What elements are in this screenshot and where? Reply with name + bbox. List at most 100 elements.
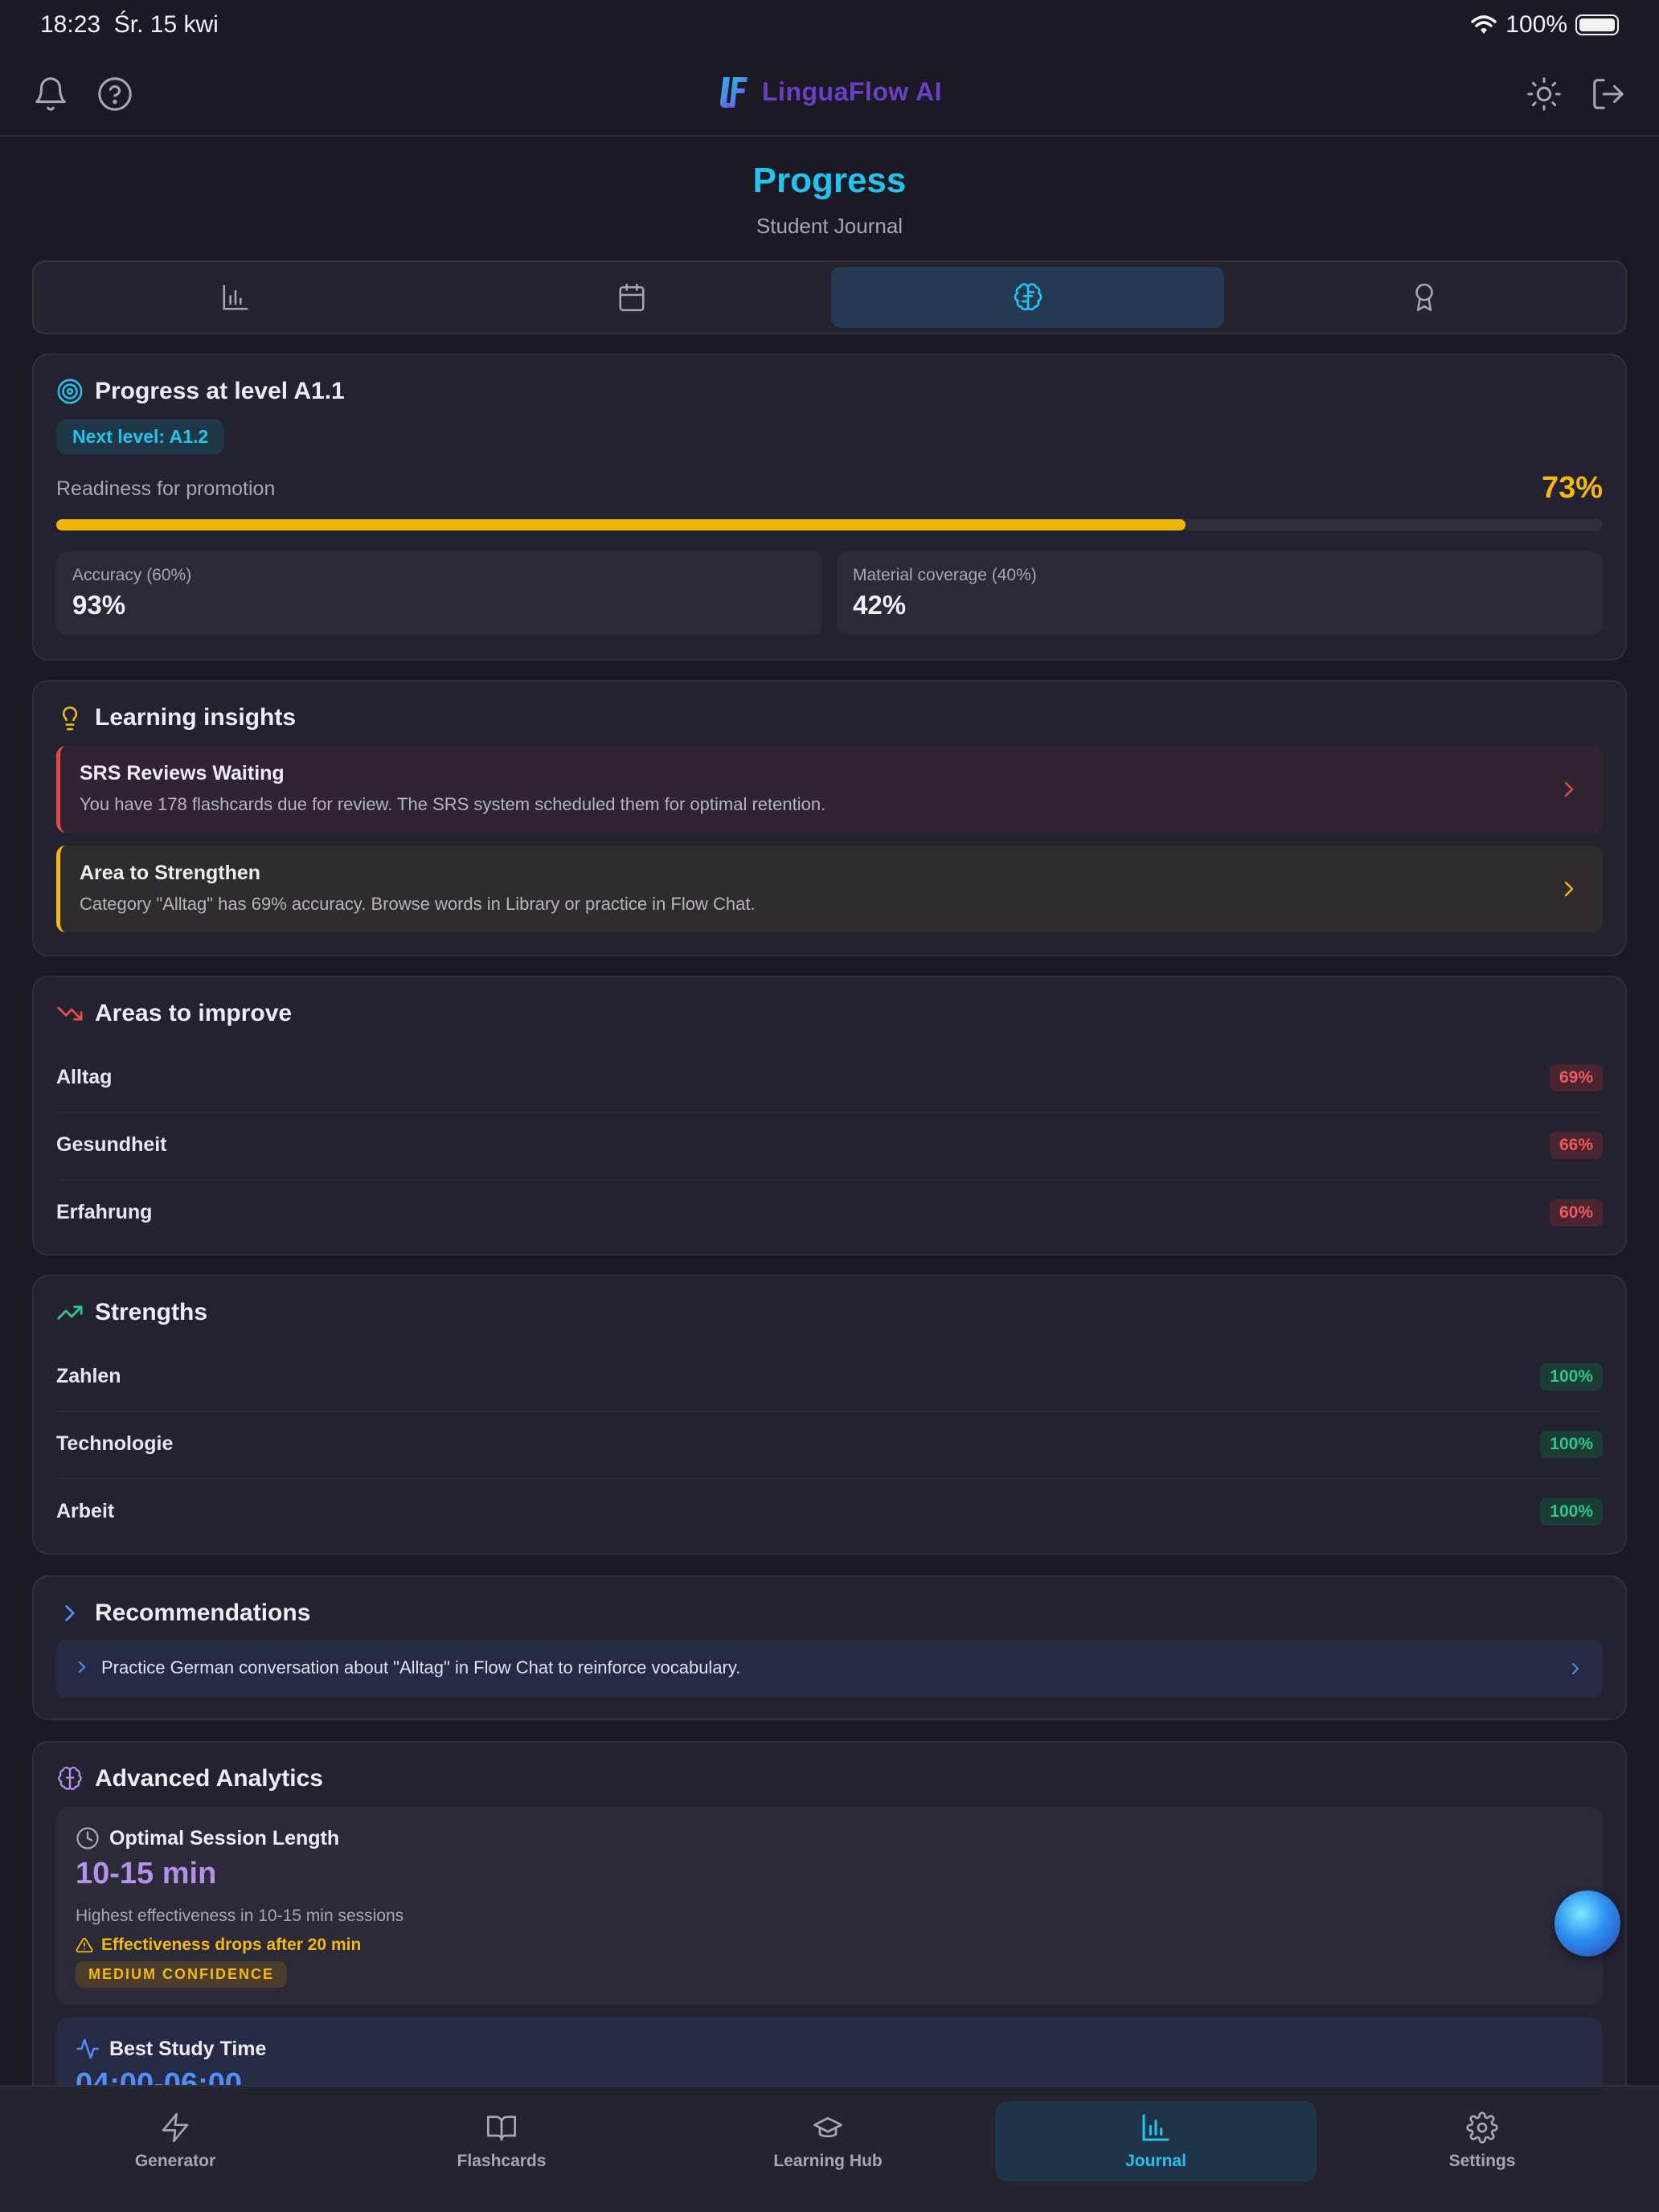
chevron-right-icon <box>56 1600 84 1627</box>
improve-row: Alltag 69% <box>56 1045 1603 1112</box>
brain-icon <box>56 1765 84 1792</box>
optimal-session-card: Optimal Session Length 10-15 min Highest… <box>56 1807 1603 2005</box>
recommendation-item[interactable]: Practice German conversation about "Allt… <box>56 1640 1603 1698</box>
nav-label: Generator <box>134 2152 216 2170</box>
bottom-navigation: Generator Flashcards Learning Hub Journa… <box>0 2085 1659 2212</box>
accuracy-value: 93% <box>72 590 126 620</box>
gear-icon <box>1466 2112 1498 2144</box>
category-percent-badge: 66% <box>1549 1132 1603 1159</box>
brand-name: LinguaFlow AI <box>762 76 942 106</box>
clock-icon <box>76 1826 100 1850</box>
award-icon <box>1409 282 1440 313</box>
improve-row: Gesundheit 66% <box>56 1112 1603 1180</box>
insight-description: You have 178 flashcards due for review. … <box>80 794 826 814</box>
journal-tabs <box>32 260 1627 334</box>
strength-row: Technologie 100% <box>56 1411 1603 1479</box>
session-description: Highest effectiveness in 10-15 min sessi… <box>76 1907 404 1925</box>
readiness-percent: 73% <box>1541 471 1603 505</box>
category-percent-badge: 100% <box>1540 1431 1603 1458</box>
book-icon <box>485 2112 518 2144</box>
strength-row: Zahlen 100% <box>56 1344 1603 1411</box>
chevron-right-icon <box>1559 778 1579 801</box>
category-percent-badge: 100% <box>1540 1363 1603 1391</box>
trending-up-icon <box>56 1299 84 1326</box>
tab-achievements[interactable] <box>1227 267 1620 328</box>
readiness-progress-bar <box>56 519 1603 530</box>
category-percent-badge: 60% <box>1549 1199 1603 1227</box>
confidence-badge: MEDIUM CONFIDENCE <box>76 1961 287 1988</box>
coverage-value: 42% <box>853 590 907 620</box>
calendar-icon <box>616 282 647 313</box>
nav-label: Settings <box>1448 2152 1516 2170</box>
help-icon[interactable] <box>96 76 133 113</box>
progress-card: Progress at level A1.1 Next level: A1.2 … <box>32 354 1627 661</box>
wifi-icon <box>1470 14 1497 35</box>
battery-percent: 100% <box>1505 11 1567 38</box>
brain-icon <box>1012 281 1044 313</box>
lightning-icon <box>159 2112 191 2144</box>
session-header: Optimal Session Length <box>76 1826 339 1850</box>
nav-journal[interactable]: Journal <box>995 2101 1317 2181</box>
assistant-fab-button[interactable] <box>1555 1890 1620 1956</box>
logout-icon[interactable] <box>1590 76 1627 113</box>
nav-label: Flashcards <box>457 2152 547 2170</box>
target-icon <box>56 378 84 405</box>
session-title: Optimal Session Length <box>109 1826 340 1849</box>
category-percent-badge: 69% <box>1549 1064 1603 1092</box>
nav-learning-hub[interactable]: Learning Hub <box>667 2101 989 2181</box>
session-warning: Effectiveness drops after 20 min <box>76 1936 361 1955</box>
strength-row: Arbeit 100% <box>56 1479 1603 1546</box>
analytics-title: Advanced Analytics <box>95 1765 323 1792</box>
insight-title: Area to Strengthen <box>80 862 261 884</box>
next-level-badge: Next level: A1.2 <box>56 420 225 454</box>
chevron-right-icon <box>1567 1659 1583 1678</box>
learning-insights-card: Learning insights SRS Reviews Waiting Yo… <box>32 680 1627 956</box>
category-name: Gesundheit <box>56 1133 167 1156</box>
strengths-header: Strengths <box>56 1299 207 1326</box>
advanced-analytics-card: Advanced Analytics Optimal Session Lengt… <box>32 1741 1627 2114</box>
recommendation-text: Practice German conversation about "Allt… <box>101 1657 741 1677</box>
app-brand: LinguaFlow AI <box>715 72 942 111</box>
battery-icon <box>1575 14 1619 35</box>
category-percent-badge: 100% <box>1540 1498 1603 1526</box>
tab-calendar[interactable] <box>435 267 828 328</box>
tab-insights[interactable] <box>831 267 1224 328</box>
insight-srs-reviews[interactable]: SRS Reviews Waiting You have 178 flashca… <box>56 746 1603 833</box>
insight-description: Category "Alltag" has 69% accuracy. Brow… <box>80 894 756 914</box>
study-time-title: Best Study Time <box>109 2037 267 2060</box>
insight-area-to-strengthen[interactable]: Area to Strengthen Category "Alltag" has… <box>56 846 1603 932</box>
progress-card-header: Progress at level A1.1 <box>56 378 345 405</box>
nav-label: Learning Hub <box>773 2152 883 2170</box>
accuracy-label: Accuracy (60%) <box>72 566 192 584</box>
bell-icon[interactable] <box>32 76 69 113</box>
tab-statistics[interactable] <box>39 267 432 328</box>
strengths-title: Strengths <box>95 1299 208 1325</box>
sun-icon[interactable] <box>1526 76 1563 113</box>
coverage-label: Material coverage (40%) <box>853 566 1037 584</box>
strengths-card: Strengths Zahlen 100% Technologie 100% A… <box>32 1275 1627 1555</box>
status-bar: 18:23 Śr. 15 kwi 100% <box>0 0 1659 51</box>
accuracy-stat: Accuracy (60%) 93% <box>56 551 822 635</box>
category-name: Zahlen <box>56 1365 121 1387</box>
improve-row: Erfahrung 60% <box>56 1180 1603 1247</box>
chevron-right-icon <box>1559 878 1579 900</box>
nav-flashcards[interactable]: Flashcards <box>341 2101 662 2181</box>
nav-generator[interactable]: Generator <box>14 2101 336 2181</box>
improve-title: Areas to improve <box>95 1000 293 1026</box>
areas-to-improve-card: Areas to improve Alltag 69% Gesundheit 6… <box>32 976 1627 1256</box>
logo-icon <box>715 72 751 111</box>
activity-icon <box>76 2037 100 2061</box>
analytics-header: Advanced Analytics <box>56 1765 323 1792</box>
session-value: 10-15 min <box>76 1857 217 1890</box>
top-app-bar: LinguaFlow AI <box>0 51 1659 137</box>
nav-settings[interactable]: Settings <box>1321 2101 1643 2181</box>
insight-title: SRS Reviews Waiting <box>80 762 285 784</box>
progress-card-title: Progress at level A1.1 <box>95 378 345 404</box>
readiness-progress-fill <box>56 519 1186 530</box>
coverage-stat: Material coverage (40%) 42% <box>837 551 1603 635</box>
category-name: Alltag <box>56 1066 113 1088</box>
status-right: 100% <box>1470 11 1619 39</box>
warning-icon <box>76 1936 93 1954</box>
insights-title: Learning insights <box>95 704 297 731</box>
recommendations-card: Recommendations Practice German conversa… <box>32 1575 1627 1720</box>
